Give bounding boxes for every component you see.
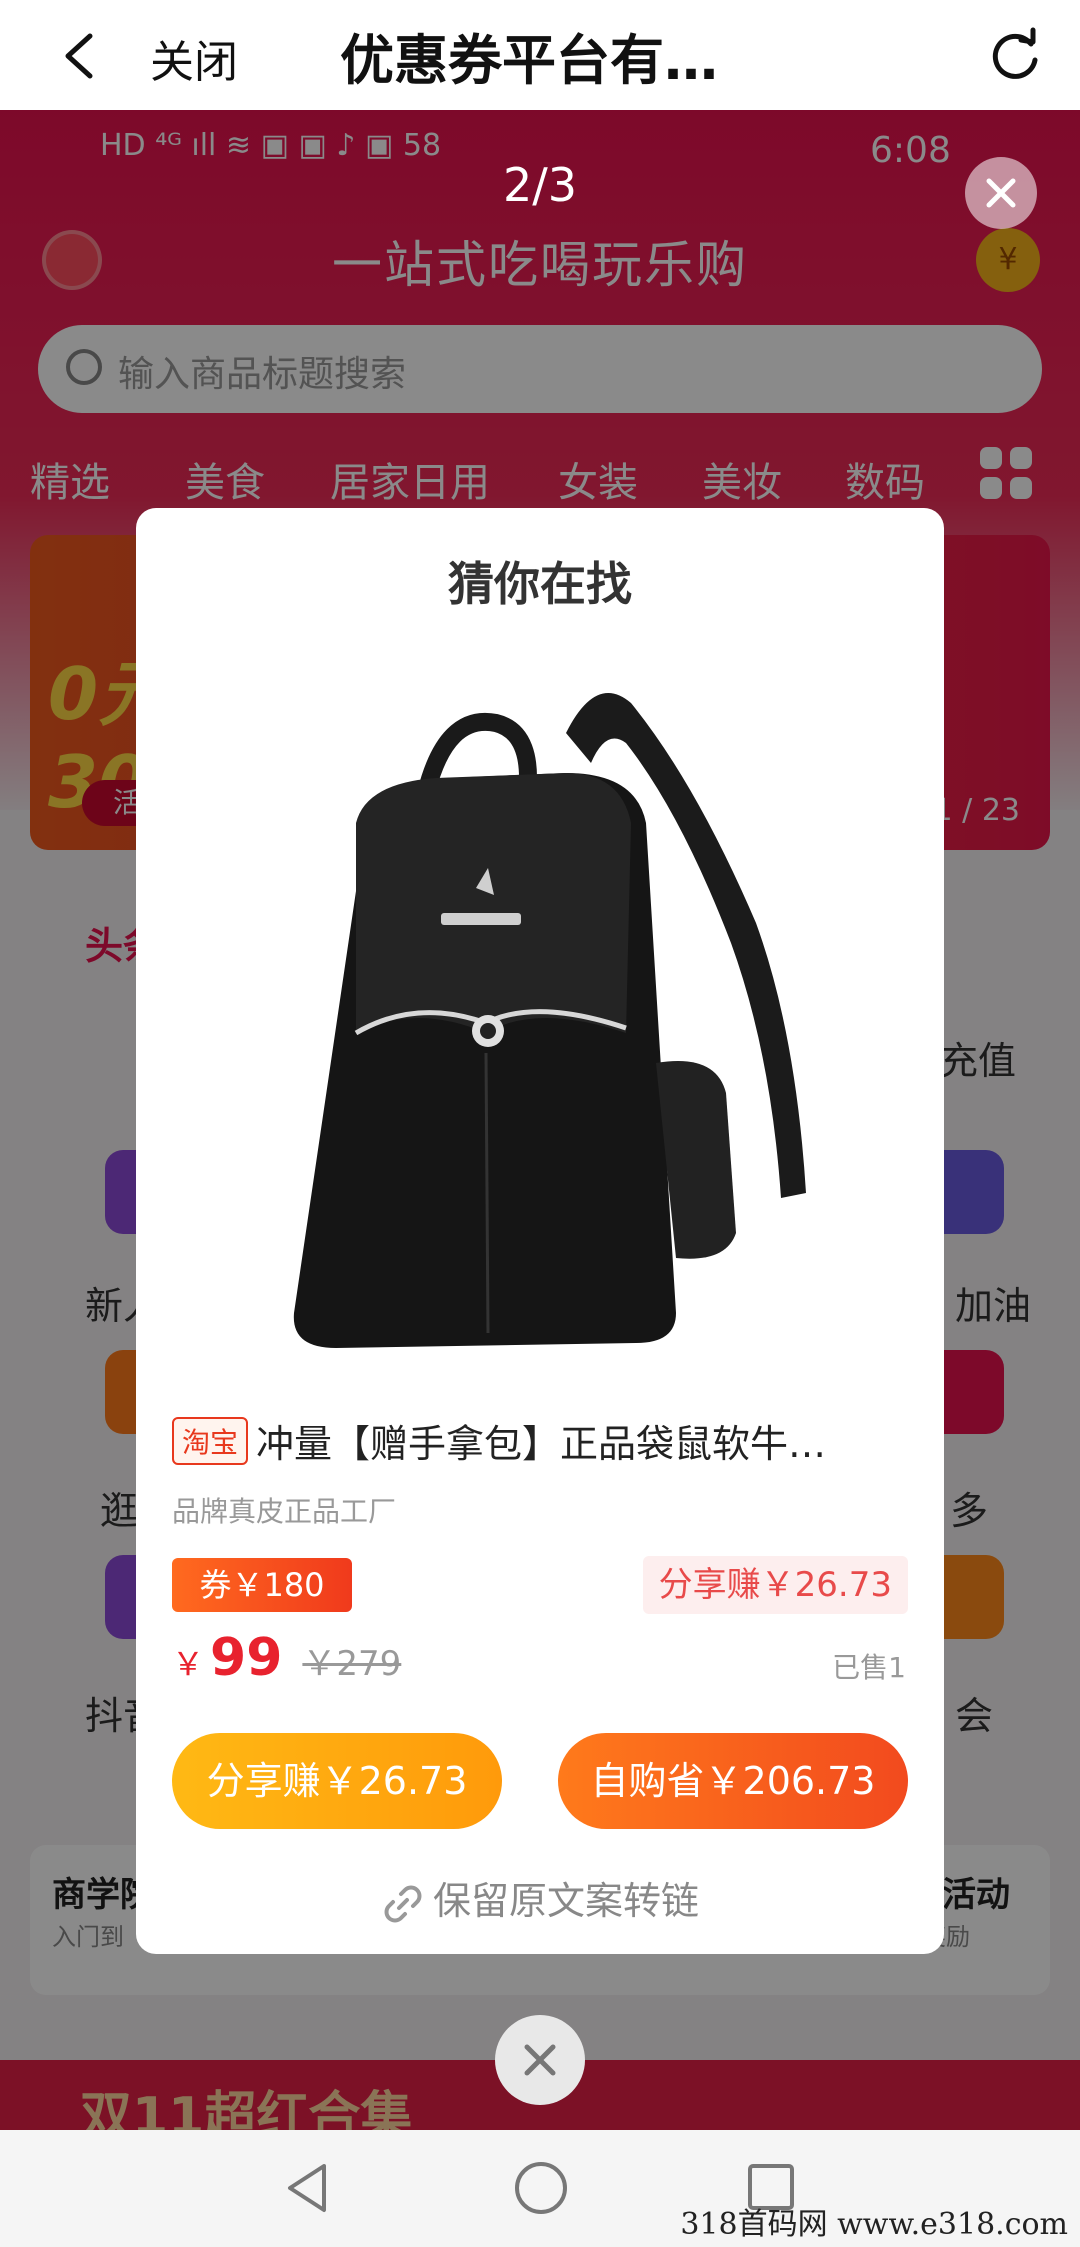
final-price: 99 bbox=[210, 1628, 283, 1688]
refresh-icon[interactable] bbox=[985, 20, 1045, 90]
product-title: 冲量【赠手拿包】正品袋鼠软牛… bbox=[256, 1422, 827, 1466]
product-image[interactable] bbox=[236, 673, 846, 1353]
link-icon bbox=[384, 1885, 422, 1922]
page-title: 优惠券平台有… bbox=[340, 29, 718, 92]
dialog-heading: 猜你在找 bbox=[448, 557, 632, 611]
product-title-row[interactable]: 淘宝 冲量【赠手拿包】正品袋鼠软牛… bbox=[172, 1413, 912, 1473]
back-icon[interactable] bbox=[52, 22, 112, 88]
sold-count: 已售1 bbox=[832, 1651, 906, 1684]
currency-symbol: ￥ bbox=[172, 1645, 205, 1683]
platform-badge: 淘宝 bbox=[172, 1416, 249, 1465]
close-button[interactable]: 关闭 bbox=[150, 26, 238, 90]
nav-home-icon[interactable] bbox=[513, 2160, 569, 2220]
nav-back-icon[interactable] bbox=[282, 2160, 332, 2220]
keep-copy-link[interactable]: 保留原文案转链 bbox=[136, 1870, 944, 1926]
site-watermark: 318首码网 www.e318.com bbox=[680, 2207, 1068, 2242]
share-earn-button[interactable]: 分享赚￥26.73 bbox=[172, 1733, 502, 1829]
recommendation-dialog: 猜你在找 淘宝 冲量【赠手拿包】正品袋鼠软牛… 品牌真皮正品工厂 券￥180 分… bbox=[136, 508, 944, 1954]
close-viewer-icon[interactable] bbox=[965, 157, 1037, 229]
share-earn-tag: 分享赚￥26.73 bbox=[642, 1556, 908, 1614]
self-buy-button[interactable]: 自购省￥206.73 bbox=[558, 1733, 908, 1829]
original-price: ￥279 bbox=[302, 1644, 402, 1684]
browser-top-bar: 关闭 优惠券平台有… bbox=[0, 0, 1080, 110]
coupon-badge: 券￥180 bbox=[172, 1558, 352, 1612]
system-nav-bar: 318首码网 www.e318.com bbox=[0, 2130, 1080, 2247]
image-pager: 2/3 bbox=[502, 158, 578, 212]
keep-copy-label: 保留原文案转链 bbox=[432, 1879, 699, 1923]
shop-name: 品牌真皮正品工厂 bbox=[172, 1495, 397, 1528]
price-row: ￥ 99 ￥279 bbox=[172, 1628, 401, 1688]
close-dialog-icon[interactable] bbox=[495, 2015, 585, 2105]
